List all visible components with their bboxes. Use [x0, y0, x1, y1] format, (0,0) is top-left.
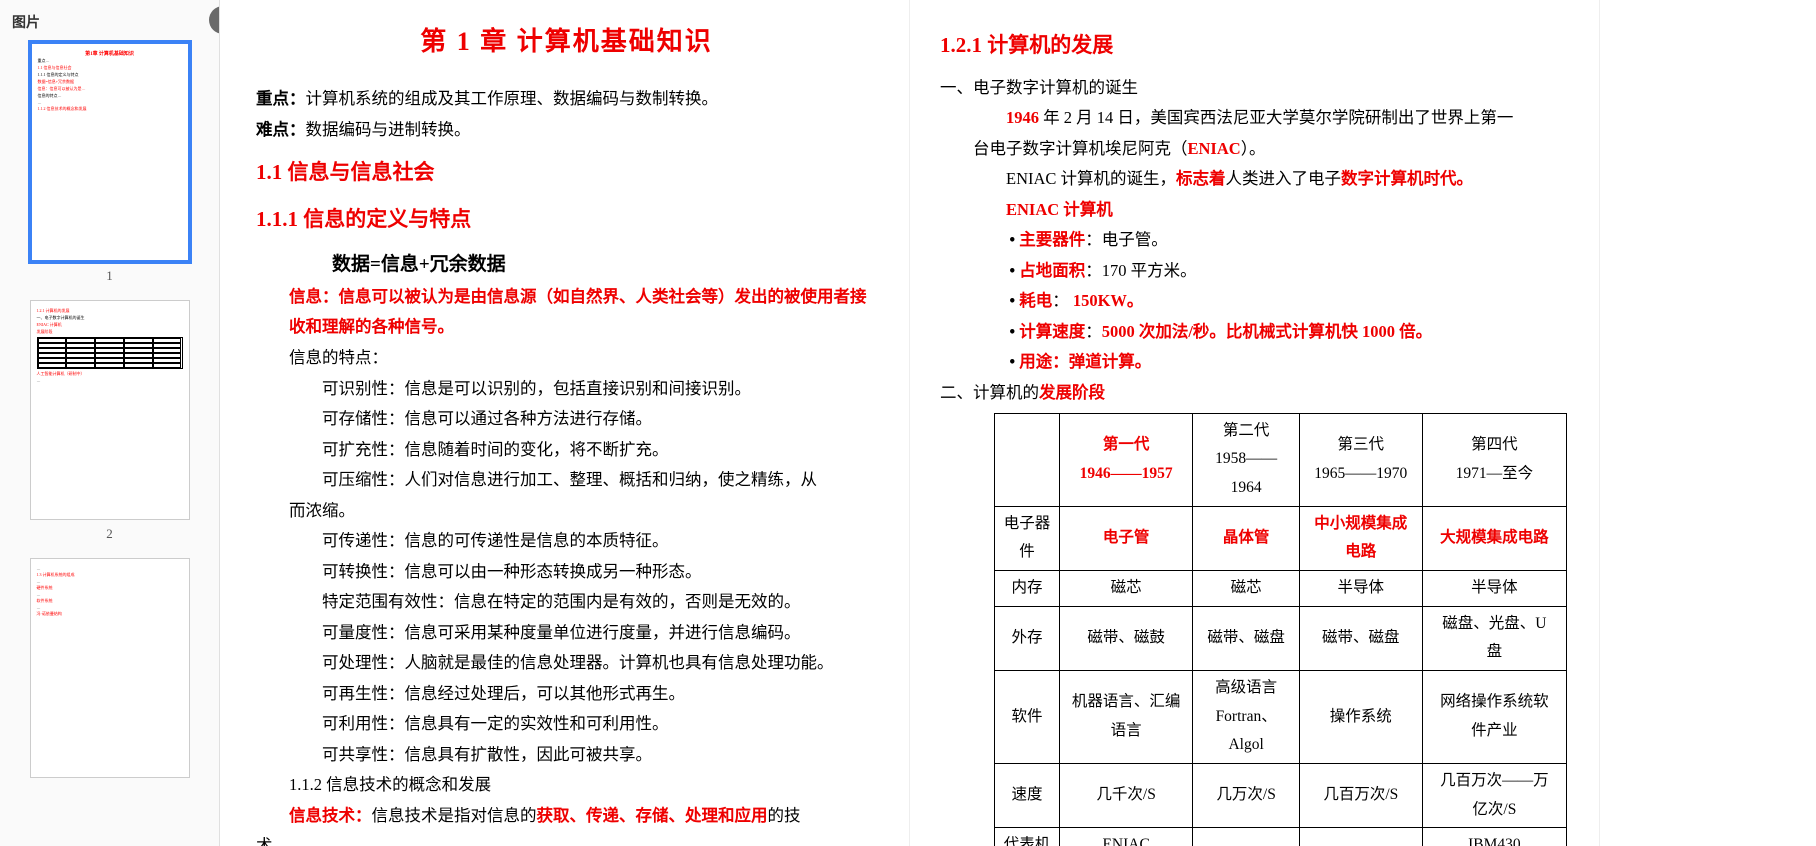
close-icon[interactable]: × — [209, 6, 220, 34]
document-viewport: 第 1 章 计算机基础知识 重点：计算机系统的组成及其工作原理、数据编码与数制转… — [220, 0, 1816, 846]
thumbnail-1[interactable]: 第1章 计算机基础知识 重点… 1.1 信息与信息社会 1.1.1 信息的定义与… — [30, 42, 190, 262]
generations-table: 第一代1946——1957 第二代1958——1964 第三代1965——197… — [994, 413, 1567, 846]
feat-e: 可传递性：信息的可传递性是信息的本质特征。 — [256, 526, 877, 557]
thumb-2-number: 2 — [106, 526, 113, 542]
chapter-title: 第 1 章 计算机基础知识 — [256, 18, 877, 66]
thumb-3-wrap: … 1.3 计算机系统的组成 … 硬件系统 … 软件系统 … 冯·诺依曼结构 — [12, 558, 207, 778]
eniac-spec-2: 占地面积：170 平方米。 — [940, 256, 1567, 287]
hard-points: 难点：数据编码与进制转换。 — [256, 115, 877, 146]
page-2: 1.2.1 计算机的发展 一、电子数字计算机的诞生 1946 年 2 月 14 … — [910, 0, 1600, 846]
feat-l: 可共享性：信息具有扩散性，因此可被共享。 — [256, 740, 877, 771]
eniac-head: ENIAC 计算机 — [940, 195, 1567, 226]
eniac-line1: 1946 年 2 月 14 日，美国宾西法尼亚大学莫尔学院研制出了世界上第一 — [940, 103, 1567, 134]
thumbnail-2[interactable]: 1.2.1 计算机的发展 一、电子数字计算机的诞生 ENIAC 计算机 发展阶段… — [30, 300, 190, 520]
eniac-line2: ENIAC 计算机的诞生，标志着人类进入了电子数字计算机时代。 — [940, 164, 1567, 195]
feat-j: 可再生性：信息经过处理后，可以其他形式再生。 — [256, 679, 877, 710]
thumbnail-3[interactable]: … 1.3 计算机系统的组成 … 硬件系统 … 软件系统 … 冯·诺依曼结构 — [30, 558, 190, 778]
sidebar-title: 图片 — [12, 8, 207, 42]
feat-h: 可量度性：信息可采用某种度量单位进行度量，并进行信息编码。 — [256, 618, 877, 649]
thumbnail-sidebar: 图片 × 第1章 计算机基础知识 重点… 1.1 信息与信息社会 1.1.1 信… — [0, 0, 220, 846]
info-definition: 信息：信息可以被认为是由信息源（如自然界、人类社会等）发出的被使用者接收和理解的… — [256, 282, 877, 343]
section-1-1-2: 1.1.2 信息技术的概念和发展 — [256, 770, 877, 801]
feat-i: 可处理性：人脑就是最佳的信息处理器。计算机也具有信息处理功能。 — [256, 648, 877, 679]
eniac-spec-3: 耗电： 150KW。 — [940, 286, 1567, 317]
section-1-1-1: 1.1.1 信息的定义与特点 — [256, 200, 877, 239]
thumb-1-number: 1 — [106, 268, 113, 284]
feat-d2: 而浓缩。 — [256, 496, 877, 527]
it-tech: 信息技术：信息技术是指对信息的获取、传递、存储、处理和应用的技 — [256, 801, 877, 832]
page-1: 第 1 章 计算机基础知识 重点：计算机系统的组成及其工作原理、数据编码与数制转… — [220, 0, 910, 846]
feat-a: 可识别性：信息是可以识别的，包括直接识别和间接识别。 — [256, 374, 877, 405]
features-head: 信息的特点： — [256, 343, 877, 374]
key-points: 重点：计算机系统的组成及其工作原理、数据编码与数制转换。 — [256, 84, 877, 115]
data-equation: 数据=信息+冗余数据 — [256, 247, 877, 282]
section-1-2-1: 1.2.1 计算机的发展 — [940, 26, 1567, 65]
feat-k: 可利用性：信息具有一定的实效性和可利用性。 — [256, 709, 877, 740]
sub-1: 一、电子数字计算机的诞生 — [940, 73, 1567, 104]
feat-d1: 可压缩性：人们对信息进行加工、整理、概括和归纳，使之精练，从 — [256, 465, 877, 496]
eniac-spec-4: 计算速度：5000 次加法/秒。比机械式计算机快 1000 倍。 — [940, 317, 1567, 348]
thumb-1-wrap: 第1章 计算机基础知识 重点… 1.1 信息与信息社会 1.1.1 信息的定义与… — [12, 42, 207, 284]
eniac-spec-1: 主要器件：电子管。 — [940, 225, 1567, 256]
feat-g: 特定范围有效性：信息在特定的范围内是有效的，否则是无效的。 — [256, 587, 877, 618]
feat-f: 可转换性：信息可以由一种形态转换成另一种形态。 — [256, 557, 877, 588]
sub-2: 二、计算机的发展阶段 — [940, 378, 1567, 409]
feat-b: 可存储性：信息可以通过各种方法进行存储。 — [256, 404, 877, 435]
section-1-1: 1.1 信息与信息社会 — [256, 153, 877, 192]
feat-c: 可扩充性：信息随着时间的变化，将不断扩充。 — [256, 435, 877, 466]
thumb-2-wrap: 1.2.1 计算机的发展 一、电子数字计算机的诞生 ENIAC 计算机 发展阶段… — [12, 300, 207, 542]
eniac-spec-5: 用途：弹道计算。 — [940, 347, 1567, 378]
